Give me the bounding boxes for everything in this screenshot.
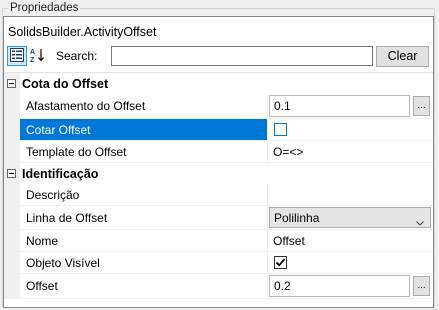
- row-gutter: [4, 119, 20, 140]
- property-name: Offset: [20, 274, 268, 298]
- property-row-linha-de-offset[interactable]: Linha de Offset Polilinha: [4, 206, 433, 230]
- search-label: Search:: [56, 49, 98, 63]
- property-name: Template do Offset: [20, 141, 268, 162]
- category-row-cota-do-offset[interactable]: Cota do Offset: [4, 73, 433, 94]
- category-row-identificacao[interactable]: Identificação: [4, 163, 433, 184]
- cotar-offset-checkbox[interactable]: [274, 122, 287, 136]
- property-row-afastamento[interactable]: Afastamento do Offset 0.1 ...: [4, 94, 433, 119]
- property-grid-panel: SolidsBuilder.ActivityOffset A Z Search:…: [3, 16, 434, 308]
- row-gutter: [4, 252, 20, 273]
- search-input[interactable]: [111, 46, 373, 66]
- property-value[interactable]: [269, 184, 433, 205]
- property-value[interactable]: Offset: [269, 230, 433, 251]
- linha-de-offset-dropdown[interactable]: Polilinha: [269, 207, 431, 228]
- selected-object-name: SolidsBuilder.ActivityOffset: [8, 25, 157, 39]
- group-title: Propriedades: [8, 2, 81, 15]
- row-gutter: [4, 141, 20, 162]
- property-grid: Cota do Offset Afastamento do Offset 0.1…: [4, 72, 433, 307]
- category-label: Identificação: [22, 166, 99, 181]
- row-gutter: [4, 274, 20, 298]
- checkmark-icon: [275, 258, 286, 266]
- row-gutter: [4, 94, 20, 118]
- property-value-input[interactable]: 0.1: [269, 95, 410, 117]
- row-gutter: [4, 206, 20, 229]
- property-name: Descrição: [20, 184, 268, 205]
- property-row-objeto-visivel[interactable]: Objeto Visível: [4, 252, 433, 274]
- property-name: Objeto Visível: [20, 252, 268, 273]
- row-gutter: [4, 230, 20, 251]
- collapse-icon[interactable]: [7, 78, 16, 88]
- collapse-icon[interactable]: [7, 168, 16, 178]
- property-grid-toolbar: A Z Search: Clear: [4, 46, 433, 68]
- property-row-offset[interactable]: Offset 0.2 ...: [4, 274, 433, 299]
- property-row-template[interactable]: Template do Offset O=<>: [4, 141, 433, 163]
- objeto-visivel-checkbox[interactable]: [274, 255, 287, 269]
- alphabetical-sort-button[interactable]: A Z: [28, 46, 48, 66]
- ellipsis-button[interactable]: ...: [413, 96, 430, 116]
- property-row-cotar-offset[interactable]: Cotar Offset: [4, 119, 433, 141]
- ellipsis-button[interactable]: ...: [413, 276, 430, 296]
- sort-az-icon: A Z: [29, 47, 47, 66]
- categorized-view-button[interactable]: [7, 46, 27, 66]
- property-name: Linha de Offset: [20, 206, 268, 229]
- svg-text:Z: Z: [30, 57, 35, 63]
- property-name-selected: Cotar Offset: [20, 119, 268, 140]
- property-row-descricao[interactable]: Descrição: [4, 184, 433, 206]
- property-name: Afastamento do Offset: [20, 94, 268, 118]
- property-name: Nome: [20, 230, 268, 251]
- property-value[interactable]: O=<>: [269, 141, 433, 162]
- dropdown-value: Polilinha: [274, 210, 320, 225]
- category-label: Cota do Offset: [22, 76, 109, 91]
- chevron-down-icon: [416, 215, 424, 229]
- row-gutter: [4, 184, 20, 205]
- property-row-nome[interactable]: Nome Offset: [4, 230, 433, 252]
- categorized-icon: [10, 47, 24, 65]
- property-value-input[interactable]: 0.2: [269, 275, 410, 297]
- clear-button[interactable]: Clear: [376, 46, 429, 67]
- svg-text:A: A: [30, 49, 35, 56]
